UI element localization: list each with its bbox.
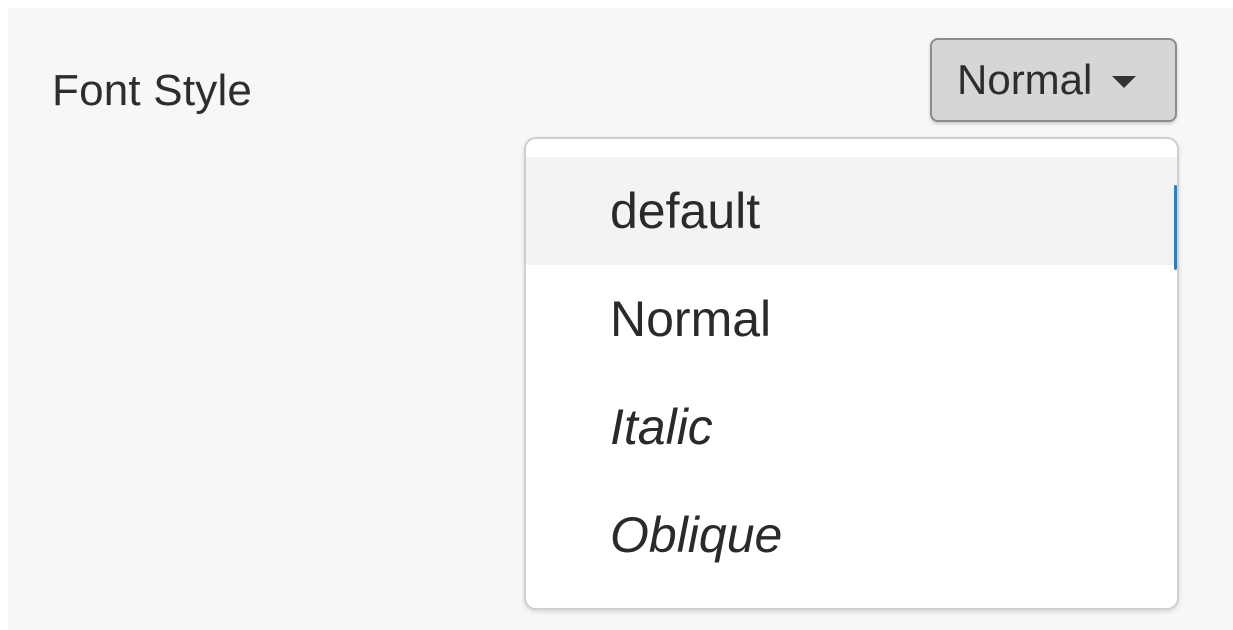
font-style-dropdown-menu: default Normal Italic Oblique	[524, 137, 1179, 610]
caret-down-icon	[1112, 75, 1137, 88]
menu-item-normal[interactable]: Normal	[526, 265, 1177, 373]
dropdown-scrollbar-thumb[interactable]	[1174, 185, 1177, 270]
menu-item-italic[interactable]: Italic	[526, 373, 1177, 481]
menu-item-default[interactable]: default	[526, 157, 1177, 265]
select-current-value: Normal	[957, 56, 1093, 103]
menu-item-oblique[interactable]: Oblique	[526, 481, 1177, 589]
font-style-label: Font Style	[52, 66, 253, 115]
settings-panel: Font Style Normal default Normal Italic …	[8, 8, 1233, 630]
font-style-select[interactable]: Normal	[930, 38, 1177, 122]
